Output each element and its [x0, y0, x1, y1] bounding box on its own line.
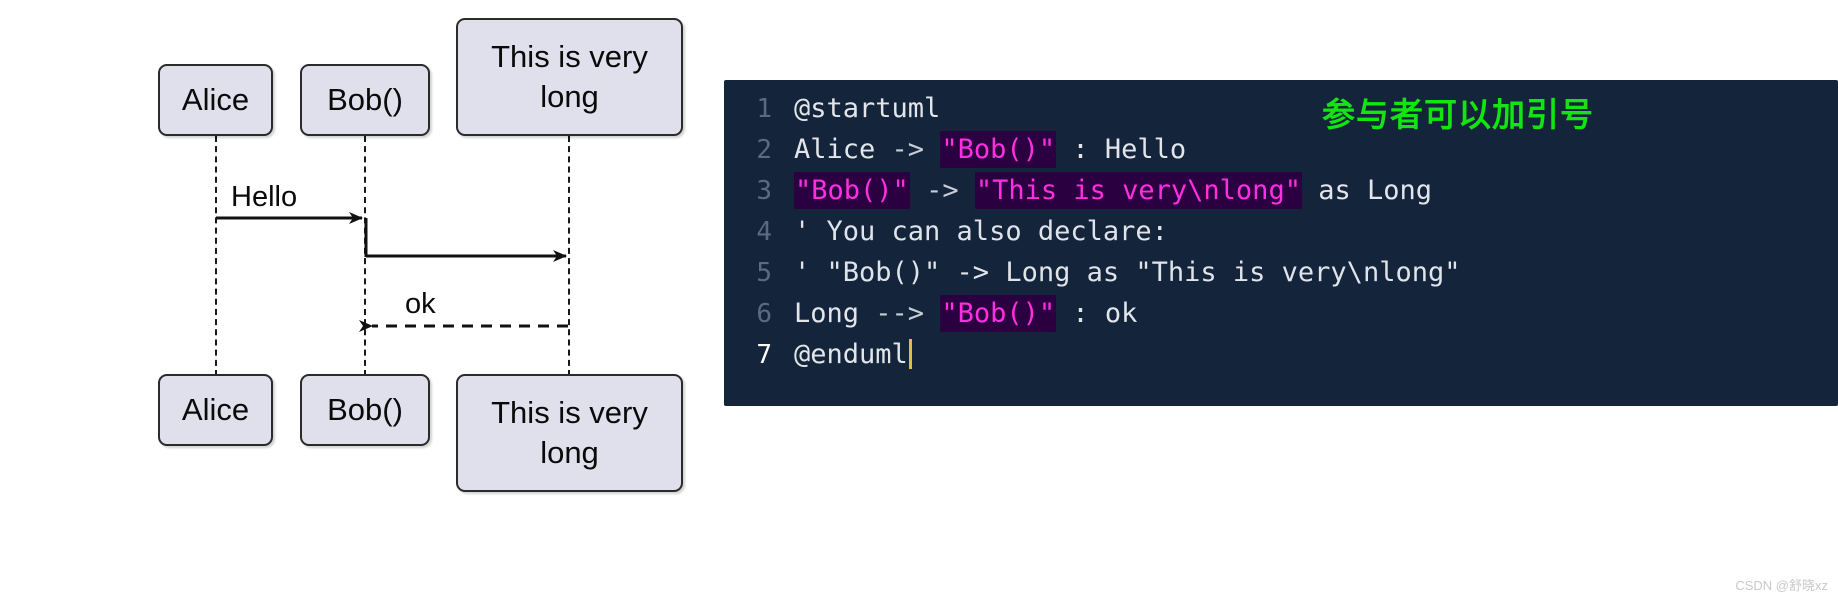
code-token-plain: Alice [794, 134, 892, 165]
participant-box-bob-bottom: Bob() [300, 374, 430, 446]
code-token-plain: : Hello [1056, 134, 1187, 165]
code-token-plain: @startuml [794, 93, 941, 124]
participant-label-long-bottom: This is very long [491, 394, 648, 470]
line-number: 4 [756, 216, 772, 247]
code-token-plain: @enduml [794, 339, 908, 370]
code-token-arrow: --> [875, 298, 925, 329]
lifeline-long [568, 136, 570, 376]
watermark: CSDN @舒晓xz [1735, 578, 1828, 593]
line-number: 7 [756, 339, 772, 370]
participant-box-alice-top: Alice [158, 64, 273, 136]
participant-box-alice-bottom: Alice [158, 374, 273, 446]
line-number: 5 [756, 257, 772, 288]
participant-box-bob-top: Bob() [300, 64, 430, 136]
code-token-arrow: -> [891, 134, 925, 165]
code-line-7[interactable]: 7 @enduml [724, 334, 1838, 375]
participant-label-bob-bottom: Bob() [327, 391, 403, 427]
line-number: 2 [756, 134, 772, 165]
code-token-plain: Long [794, 298, 876, 329]
annotation-text: 参与者可以加引号 [1322, 95, 1594, 134]
participant-label-bob-top: Bob() [327, 81, 403, 117]
code-token-comment: ' "Bob()" -> Long as "This is very\nlong… [794, 257, 1461, 288]
code-line-content: Long --> "Bob()" : ok [794, 295, 1138, 332]
participant-label-alice-bottom: Alice [181, 391, 250, 427]
code-line-content: @startuml [794, 93, 940, 124]
code-token-arrow: -> [926, 175, 959, 206]
code-line-content: Alice -> "Bob()" : Hello [794, 131, 1187, 168]
lifeline-alice [215, 136, 217, 376]
message-label-ok: ok [405, 288, 436, 320]
code-line-content: @enduml [794, 339, 912, 370]
code-token-string: "Bob()" [940, 295, 1057, 332]
code-line-content: ' You can also declare: [794, 216, 1168, 247]
code-token-string: "Bob()" [940, 131, 1057, 168]
code-token-plain: : ok [1056, 298, 1138, 329]
message-label-hello: Hello [231, 181, 298, 213]
text-cursor [908, 339, 912, 369]
code-line-content: "Bob()" -> "This is very\nlong" as Long [794, 172, 1432, 209]
participant-box-long-top: This is very long [456, 18, 683, 136]
code-token-plain: as Long [1301, 175, 1432, 206]
code-line-5[interactable]: 5 ' "Bob()" -> Long as "This is very\nlon… [724, 252, 1838, 293]
code-token-string: "This is very\nlong" [974, 172, 1302, 209]
participant-label-long-top: This is very long [491, 38, 648, 114]
code-line-1[interactable]: 1 @startuml [724, 88, 1838, 129]
code-token-comment: ' You can also declare: [794, 216, 1168, 247]
code-editor[interactable]: 1 @startuml 2 Alice -> "Bob()" : Hello 3 "Bob… [724, 80, 1838, 406]
participant-label-alice-top: Alice [181, 81, 250, 117]
line-number: 1 [756, 93, 772, 124]
line-number: 3 [756, 175, 772, 206]
code-token-string: "Bob()" [794, 172, 910, 209]
sequence-diagram: Alice Bob() This is very long Alice Bob(… [0, 0, 720, 600]
code-line-2[interactable]: 2 Alice -> "Bob()" : Hello [724, 129, 1838, 170]
line-number: 6 [756, 298, 772, 329]
lifeline-bob [364, 136, 366, 376]
participant-box-long-bottom: This is very long [456, 374, 683, 492]
code-line-content: ' "Bob()" -> Long as "This is very\nlong… [794, 257, 1460, 288]
code-line-6[interactable]: 6 Long --> "Bob()" : ok [724, 293, 1838, 334]
code-lines-container: 1 @startuml 2 Alice -> "Bob()" : Hello 3 "Bob… [724, 80, 1838, 375]
code-line-3[interactable]: 3 "Bob()" -> "This is very\nlong" as Long [724, 170, 1838, 211]
code-line-4[interactable]: 4 ' You can also declare: [724, 211, 1838, 252]
